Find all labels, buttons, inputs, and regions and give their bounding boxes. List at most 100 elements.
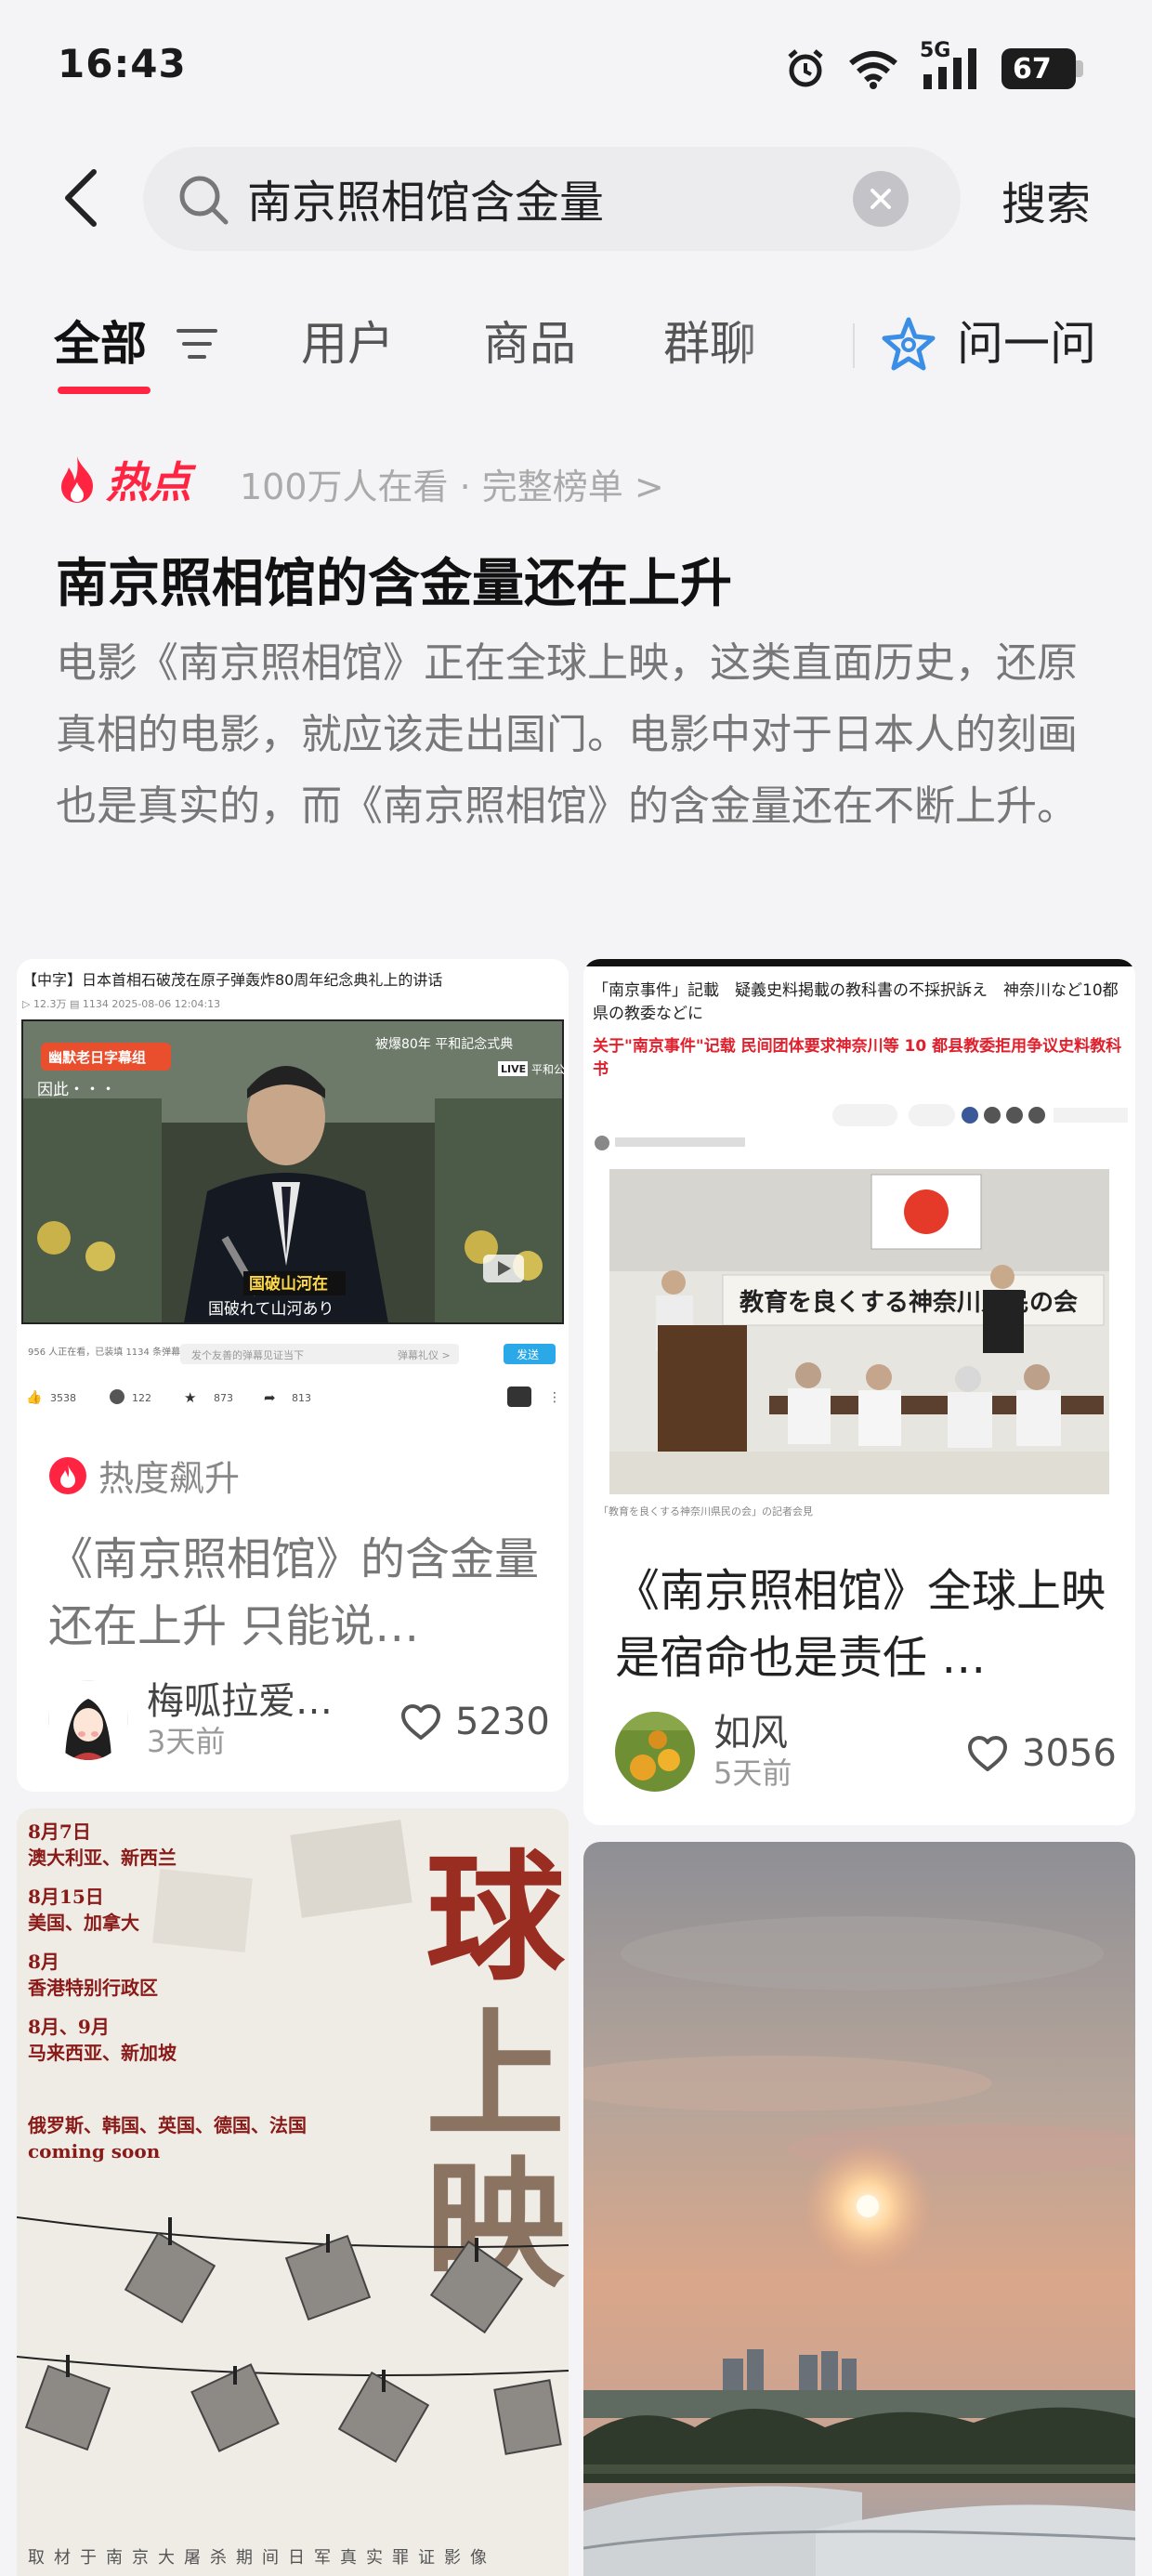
tab-users[interactable]: 用户 [301, 307, 394, 374]
poster-big-char: 球 [425, 1836, 566, 2000]
live-label: LIVE [501, 1063, 526, 1075]
poster-place-4: 马来西亚、新加坡 [28, 2042, 177, 2064]
battery-indicator: 67 [1001, 48, 1083, 89]
danmaku-send: 发送 [517, 1347, 539, 1361]
note-title: 《南京照相馆》的含金量还在上升 只能说… [48, 1533, 540, 1652]
note-cover-image: 【中字】日本首相石破茂在原子弹轰炸80周年纪念典礼上的讲话 ▷ 12.3万 ▤ … [17, 959, 569, 1424]
search-box[interactable] [143, 147, 961, 251]
battery-level: 67 [1013, 52, 1052, 85]
heart-icon [401, 1704, 440, 1740]
note-card[interactable]: 8月7日 澳大利亚、新西兰 8月15日 美国、加拿大 8月 香港特别行政区 8月… [17, 1808, 569, 2576]
status-bar: 16:43 5G 67 [0, 0, 1152, 139]
trend-tag: 热度飙升 [48, 1450, 240, 1501]
video-overlay-text: 因此・・・ [37, 1081, 116, 1099]
status-icons: 5G 67 [784, 39, 1083, 97]
poster-date-2: 8月15日 [28, 1886, 104, 1908]
note-cover-image: 8月7日 澳大利亚、新西兰 8月15日 美国、加拿大 8月 香港特别行政区 8月… [17, 1808, 569, 2576]
hot-description: 电影《南京照相馆》正在全球上映，这类直面历史，还原真相的电影，就应该走出国门。电… [56, 639, 1078, 830]
signal-icon [923, 48, 976, 89]
tab-all[interactable]: 全部 [54, 307, 147, 374]
photo-caption: 「教育を良くする神奈川県民の会」の記者会見 [598, 1505, 813, 1518]
video-share-count: 813 [292, 1392, 311, 1404]
svg-text:➦: ➦ [264, 1389, 276, 1406]
video-header-text: 【中字】日本首相石破茂在原子弹轰炸80周年纪念典礼上的讲话 [22, 971, 442, 989]
heart-icon [968, 1736, 1007, 1771]
trend-tag-label: 热度飙升 [98, 1458, 241, 1499]
signal-indicator: 5G [920, 39, 981, 91]
news-headline-cn: 关于"南京事件"记载 民间团体要求神奈川等 10 都县教委拒用争议史料教科书 [593, 1037, 1122, 1079]
post-time: 5天前 [713, 1755, 792, 1791]
poster-date-3: 8月 [28, 1951, 59, 1973]
subtitle-cn: 国破山河在 [249, 1274, 328, 1294]
search-icon [179, 176, 229, 225]
fire-icon [49, 1456, 86, 1494]
search-input[interactable] [247, 167, 823, 229]
poster-place-2: 美国、加拿大 [28, 1912, 139, 1934]
channel-watermark: 幽默老日字幕组 [48, 1049, 146, 1066]
like-button[interactable]: 3056 [966, 1732, 1117, 1775]
poster-big-char: 上 [425, 1994, 565, 2158]
photo-banner: 教育を良くする神奈川県民の会 [740, 1288, 1078, 1317]
alarm-icon [788, 49, 823, 87]
search-row: 搜索 [0, 147, 1152, 251]
ask-label[interactable]: 问一问 [957, 307, 1096, 374]
hot-badge-label: 热点 [106, 457, 191, 507]
poster-place-1: 澳大利亚、新西兰 [28, 1847, 177, 1869]
active-tab-indicator [58, 387, 151, 394]
hot-title[interactable]: 南京照相馆的含金量还在上升 [56, 542, 732, 617]
wifi-icon [849, 51, 897, 89]
search-button[interactable]: 搜索 [1001, 167, 1091, 232]
chevron-left-icon [65, 169, 97, 227]
clear-search-button[interactable] [853, 171, 909, 227]
search-tabs: 全部 用户 商品 群聊 问一问 [0, 297, 1152, 400]
svg-text:★: ★ [184, 1389, 196, 1406]
author-name: 如风 [713, 1712, 788, 1755]
author-name: 梅呱拉爱… [147, 1680, 333, 1723]
danmaku-count: 956 人正在看，已装填 1134 条弹幕 [28, 1346, 180, 1358]
note-card[interactable]: 【中字】日本首相石破茂在原子弹轰炸80周年纪念典礼上的讲话 ▷ 12.3万 ▤ … [17, 959, 569, 1792]
poster-footer: 取材于南京大屠杀期间日军真实罪证影像 [28, 2548, 496, 2568]
filter-icon[interactable] [175, 323, 219, 364]
avatar [615, 1712, 695, 1792]
hot-badge: 热点 [56, 449, 191, 510]
video-fav-count: 873 [214, 1392, 233, 1404]
like-button[interactable]: 5230 [399, 1701, 550, 1743]
ask-ai-icon[interactable] [877, 314, 940, 377]
svg-text:⋮: ⋮ [548, 1390, 561, 1405]
tab-scroll-fade [734, 297, 836, 381]
video-coin-count: 122 [132, 1392, 151, 1404]
like-count: 5230 [455, 1701, 550, 1743]
fire-icon [61, 456, 93, 503]
like-count: 3056 [1022, 1732, 1117, 1775]
video-like-count: 3538 [50, 1392, 76, 1404]
note-author[interactable]: 梅呱拉爱… 3天前 [48, 1680, 333, 1760]
tab-divider [853, 323, 855, 368]
subtitle-jp: 国破れて山河あり [208, 1300, 334, 1319]
status-time: 16:43 [58, 41, 187, 86]
close-icon [871, 189, 891, 209]
poster-date-1: 8月7日 [28, 1820, 91, 1843]
note-title: 《南京照相馆》全球上映是宿命也是责任 … [615, 1565, 1106, 1684]
danmaku-hint: 发个友善的弹幕见证当下 [191, 1348, 304, 1361]
poster-date-4: 8月、9月 [28, 2016, 110, 2038]
danmaku-etiquette: 弹幕礼仪 > [398, 1348, 451, 1361]
video-stats-text: ▷ 12.3万 ▤ 1134 2025-08-06 12:04:13 [22, 998, 220, 1010]
post-time: 3天前 [147, 1724, 226, 1759]
hot-meta[interactable]: 100万人在看 · 完整榜单 > [240, 458, 664, 509]
poster-place-3: 香港特别行政区 [28, 1977, 158, 1999]
note-card[interactable]: 「南京事件」記載 疑義史料掲載の教科書の不採択訴え 神奈川など10都県の教委など… [583, 959, 1135, 1825]
tab-goods[interactable]: 商品 [483, 307, 576, 374]
news-headline-jp: 「南京事件」記載 疑義史料掲載の教科書の不採択訴え 神奈川など10都県の教委など… [593, 981, 1119, 1023]
note-cover-image: 「南京事件」記載 疑義史料掲載の教科書の不採択訴え 神奈川など10都県の教委など… [583, 959, 1135, 1528]
note-card[interactable] [583, 1842, 1135, 2576]
poster-date-5: 俄罗斯、韩国、英国、德国、法国 [27, 2114, 307, 2136]
note-cover-image [583, 1842, 1135, 2576]
note-author[interactable]: 如风 5天前 [615, 1712, 792, 1792]
poster-big-text: 球 上 映 [425, 1836, 566, 2307]
video-title-overlay: 被爆80年 平和記念式典 [375, 1036, 513, 1052]
live-place: 平和公園 [531, 1063, 569, 1076]
svg-text:👍: 👍 [26, 1389, 42, 1405]
avatar [48, 1680, 128, 1760]
poster-place-5: coming soon [28, 2140, 161, 2162]
back-button[interactable] [48, 165, 113, 230]
